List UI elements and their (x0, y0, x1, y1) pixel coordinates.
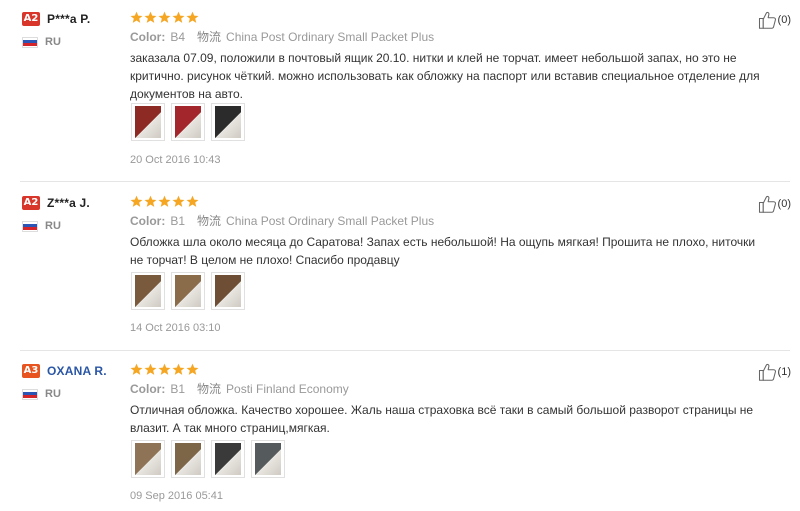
review-text: заказала 07.09, положили в почтовый ящик… (130, 51, 760, 101)
color-value: B4 (170, 29, 186, 44)
helpful-count: (1) (777, 366, 791, 378)
review-content: Color: B4 物流 China Post Ordinary Small P… (130, 11, 770, 103)
helpful-button[interactable]: (0) (758, 10, 791, 30)
review-photo-thumbnail[interactable] (171, 440, 205, 478)
thumbs-up-icon (758, 362, 776, 382)
review-photo (215, 443, 241, 475)
review-photo-thumbnail[interactable] (171, 103, 205, 141)
reviewer-info: A3 OXANA R. RU (22, 363, 122, 400)
star-icon (144, 11, 157, 23)
helpful-button[interactable]: (0) (758, 194, 791, 214)
buyer-level-badge: A2 (22, 196, 40, 210)
reviewer-country: RU (45, 220, 61, 232)
review-photo-thumbnail[interactable] (131, 272, 165, 310)
review-photo (135, 443, 161, 475)
russia-flag-icon (22, 388, 38, 400)
review-photo-thumbnail[interactable] (211, 272, 245, 310)
review-photo (215, 275, 241, 307)
reviewer-country: RU (45, 36, 61, 48)
star-icon (158, 363, 171, 375)
helpful-count: (0) (777, 14, 791, 26)
review-photo-thumbnail[interactable] (211, 103, 245, 141)
reviewer-info: A2 Z***a J. RU (22, 195, 122, 232)
review-photo-thumbnail[interactable] (171, 272, 205, 310)
star-icon (144, 363, 157, 375)
shipping-label: 物流 (197, 30, 222, 44)
review-date: 20 Oct 2016 10:43 (130, 154, 221, 166)
star-icon (186, 195, 199, 207)
star-icon (172, 363, 185, 375)
color-label: Color: (130, 381, 166, 396)
review-date: 09 Sep 2016 05:41 (130, 490, 223, 502)
star-icon (172, 11, 185, 23)
reviewer-country: RU (45, 388, 61, 400)
russia-flag-icon (22, 220, 38, 232)
order-info: Color: B1 物流 Posti Finland Economy (130, 381, 770, 397)
order-info: Color: B4 物流 China Post Ordinary Small P… (130, 29, 770, 45)
star-icon (158, 11, 171, 23)
star-icon (130, 195, 143, 207)
review-photo (175, 275, 201, 307)
star-icon (186, 363, 199, 375)
thumbs-up-icon (758, 10, 776, 30)
color-label: Color: (130, 213, 166, 228)
review-photo (135, 275, 161, 307)
star-rating (130, 363, 770, 377)
star-rating (130, 11, 770, 25)
color-value: B1 (170, 381, 186, 396)
color-value: B1 (170, 213, 186, 228)
review-photo-thumbnail[interactable] (131, 440, 165, 478)
color-label: Color: (130, 29, 166, 44)
review-divider (20, 350, 790, 351)
review-photo (175, 106, 201, 138)
review-text: Обложка шла около месяца до Саратова! За… (130, 235, 756, 267)
order-info: Color: B1 物流 China Post Ordinary Small P… (130, 213, 770, 229)
review-photo (135, 106, 161, 138)
reviewer-info: A2 P***a P. RU (22, 11, 122, 48)
review-photo (175, 443, 201, 475)
star-icon (158, 195, 171, 207)
review-text: Отличная обложка. Качество хорошее. Жаль… (130, 403, 754, 435)
shipping-method: China Post Ordinary Small Packet Plus (226, 213, 435, 228)
russia-flag-icon (22, 36, 38, 48)
review-photo-thumbnail[interactable] (251, 440, 285, 478)
shipping-label: 物流 (197, 214, 222, 228)
review-content: Color: B1 物流 Posti Finland Economy Отлич… (130, 363, 770, 437)
helpful-button[interactable]: (1) (758, 362, 791, 382)
star-icon (172, 195, 185, 207)
buyer-level-badge: A3 (22, 364, 40, 378)
helpful-count: (0) (777, 198, 791, 210)
star-icon (186, 11, 199, 23)
reviewer-name: P***a P. (47, 12, 91, 26)
star-icon (144, 195, 157, 207)
star-icon (130, 11, 143, 23)
shipping-method: Posti Finland Economy (226, 381, 349, 396)
review-photos (131, 103, 245, 141)
review-photo (255, 443, 281, 475)
review-photos (131, 440, 285, 478)
review-divider (20, 181, 790, 182)
thumbs-up-icon (758, 194, 776, 214)
review-content: Color: B1 物流 China Post Ordinary Small P… (130, 195, 770, 269)
buyer-level-badge: A2 (22, 12, 40, 26)
star-rating (130, 195, 770, 209)
review-photos (131, 272, 245, 310)
reviewer-name[interactable]: OXANA R. (47, 364, 107, 378)
star-icon (130, 363, 143, 375)
review-photo-thumbnail[interactable] (211, 440, 245, 478)
shipping-label: 物流 (197, 382, 222, 396)
review-date: 14 Oct 2016 03:10 (130, 322, 221, 334)
shipping-method: China Post Ordinary Small Packet Plus (226, 29, 435, 44)
review-photo (215, 106, 241, 138)
review-photo-thumbnail[interactable] (131, 103, 165, 141)
reviewer-name: Z***a J. (47, 196, 90, 210)
